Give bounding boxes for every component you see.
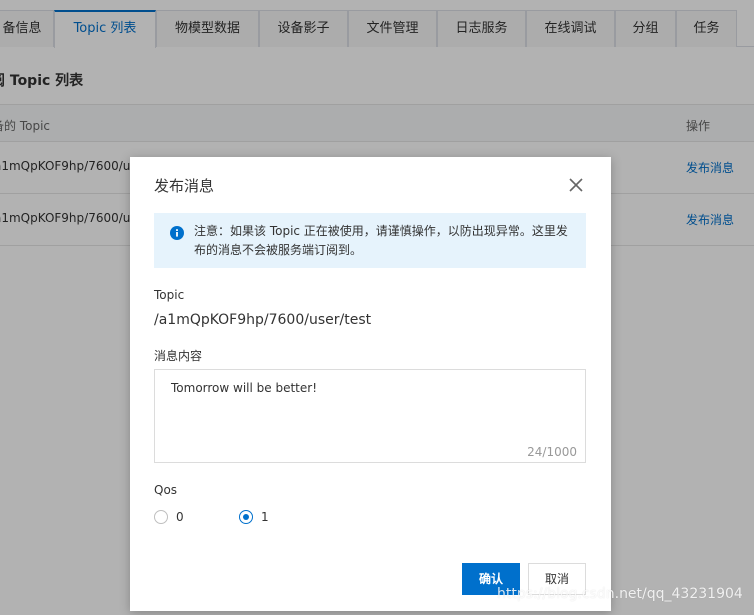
radio-circle-icon [239, 510, 253, 524]
publish-message-dialog: 发布消息 注意：如果该 Topic 正在被使用，请谨慎操作，以防出现异常。这里发… [130, 157, 611, 611]
radio-circle-icon [154, 510, 168, 524]
notice-text: 注意：如果该 Topic 正在被使用，请谨慎操作，以防出现异常。这里发布的消息不… [194, 224, 568, 257]
close-icon[interactable] [567, 176, 585, 194]
qos-option-label: 0 [176, 510, 184, 524]
message-content-value: Tomorrow will be better! [171, 381, 318, 395]
message-content-textarea[interactable]: Tomorrow will be better! 24/1000 [154, 369, 586, 463]
character-count: 24/1000 [527, 445, 577, 459]
message-content-label: 消息内容 [154, 349, 203, 363]
qos-label: Qos [154, 483, 178, 497]
topic-value: /a1mQpKOF9hp/7600/user/test [154, 312, 372, 328]
notice-banner: 注意：如果该 Topic 正在被使用，请谨慎操作，以防出现异常。这里发布的消息不… [154, 213, 586, 268]
dialog-title: 发布消息 [154, 177, 215, 195]
watermark: https://blog.csdn.net/qq_43231904 [497, 586, 743, 602]
topic-label: Topic [154, 288, 185, 302]
qos-option-label: 1 [261, 510, 269, 524]
info-icon [170, 225, 184, 240]
